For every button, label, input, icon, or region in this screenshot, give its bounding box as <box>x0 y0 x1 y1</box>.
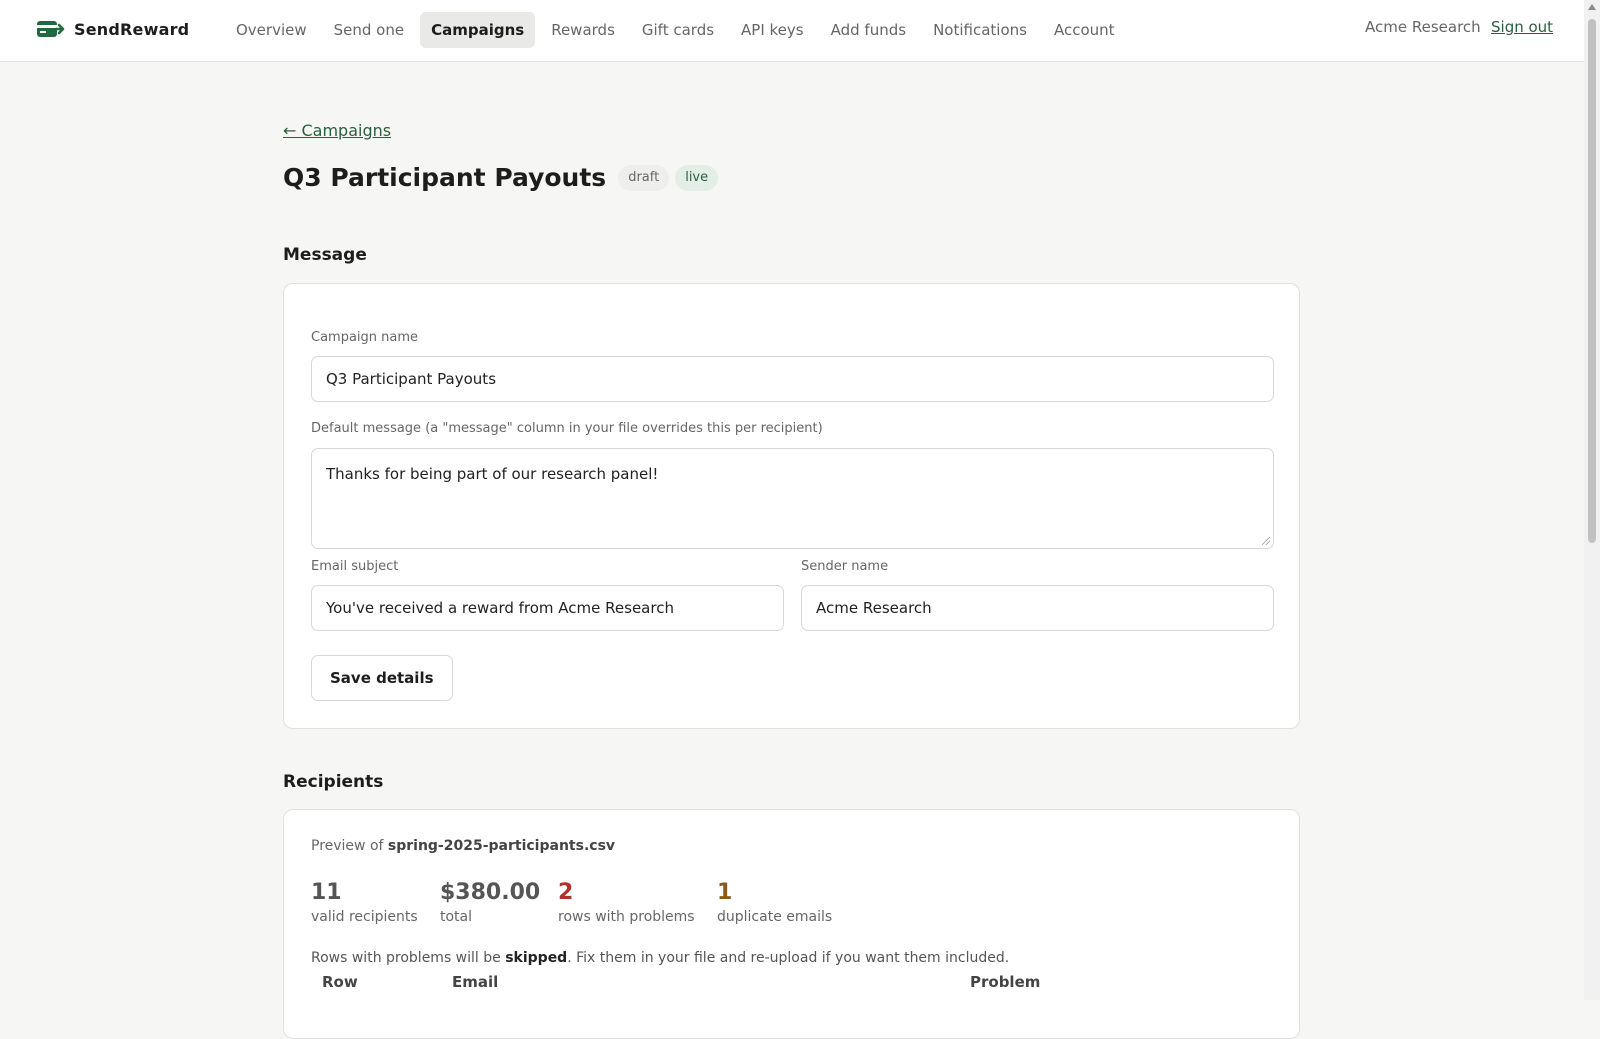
message-section-heading: Message <box>283 245 367 265</box>
sign-out-link[interactable]: Sign out <box>1491 18 1553 36</box>
send-card-icon <box>37 21 65 37</box>
stat-total-label: total <box>440 909 473 925</box>
stat-dupes-label: duplicate emails <box>717 909 833 925</box>
scroll-up-arrow-icon[interactable] <box>1588 4 1596 10</box>
stat-rows-with-problems: 2 rows with problems <box>558 880 695 925</box>
note-suffix: . Fix them in your file and re-upload if… <box>567 950 1010 966</box>
preview-prefix: Preview of <box>311 838 388 854</box>
page-header: Q3 Participant Payouts draft live <box>283 163 719 192</box>
top-nav-bar: SendReward Overview Send one Campaigns R… <box>0 0 1584 62</box>
message-card: Campaign name Q3 Participant Payouts Def… <box>283 283 1300 729</box>
stat-problems-label: rows with problems <box>558 909 695 925</box>
resize-handle-icon[interactable] <box>1262 537 1270 545</box>
email-subject-input[interactable]: You've received a reward from Acme Resea… <box>311 585 784 631</box>
page-title: Q3 Participant Payouts <box>283 163 607 192</box>
page-scrollbar[interactable] <box>1584 0 1600 1000</box>
column-header-problem: Problem <box>970 973 1041 991</box>
note-prefix: Rows with problems will be <box>311 950 506 966</box>
recipients-card: Preview of spring-2025-participants.csv … <box>283 809 1300 1039</box>
nav-item-account[interactable]: Account <box>1043 12 1126 48</box>
stat-valid-value: 11 <box>311 880 342 905</box>
email-subject-label: Email subject <box>311 559 399 574</box>
skip-rows-note: Rows with problems will be skipped. Fix … <box>311 950 1009 966</box>
org-name: Acme Research <box>1365 18 1481 36</box>
sender-name-label: Sender name <box>801 559 889 574</box>
status-badge-draft: draft <box>618 164 670 191</box>
main-nav: Overview Send one Campaigns Rewards Gift… <box>225 12 1131 48</box>
nav-item-gift-cards[interactable]: Gift cards <box>631 12 725 48</box>
nav-item-add-funds[interactable]: Add funds <box>820 12 917 48</box>
nav-item-campaigns[interactable]: Campaigns <box>420 12 536 48</box>
status-badge-live: live <box>675 164 719 191</box>
save-details-button[interactable]: Save details <box>311 655 453 701</box>
nav-item-notifications[interactable]: Notifications <box>922 12 1038 48</box>
stat-dupes-value: 1 <box>717 880 733 905</box>
uploaded-file-name: spring-2025-participants.csv <box>387 838 616 854</box>
column-header-email: Email <box>452 973 499 991</box>
default-message-text: Thanks for being part of our research pa… <box>326 465 659 483</box>
default-message-label: Default message (a "message" column in y… <box>311 421 823 436</box>
stat-valid-recipients: 11 valid recipients <box>311 880 418 925</box>
nav-item-overview[interactable]: Overview <box>225 12 318 48</box>
stat-valid-label: valid recipients <box>311 909 418 925</box>
campaign-name-label: Campaign name <box>311 330 419 345</box>
stat-total: $380.00 total <box>440 880 540 925</box>
app-logo[interactable]: SendReward <box>36 18 189 40</box>
sender-name-input[interactable]: Acme Research <box>801 585 1274 631</box>
back-to-campaigns-link[interactable]: ← Campaigns <box>283 121 391 140</box>
nav-item-rewards[interactable]: Rewards <box>540 12 626 48</box>
column-header-row: Row <box>322 973 358 991</box>
campaign-name-input[interactable]: Q3 Participant Payouts <box>311 356 1274 402</box>
nav-item-api-keys[interactable]: API keys <box>730 12 815 48</box>
recipients-section-heading: Recipients <box>283 772 384 792</box>
note-bold: skipped <box>505 950 568 966</box>
stat-problems-value: 2 <box>558 880 574 905</box>
stat-duplicate-emails: 1 duplicate emails <box>717 880 832 925</box>
file-preview-line: Preview of spring-2025-participants.csv <box>311 838 615 854</box>
default-message-textarea[interactable]: Thanks for being part of our research pa… <box>311 448 1274 549</box>
stat-total-value: $380.00 <box>440 880 541 905</box>
nav-item-send-one[interactable]: Send one <box>323 12 415 48</box>
app-name: SendReward <box>74 19 190 39</box>
scroll-thumb[interactable] <box>1588 19 1596 543</box>
